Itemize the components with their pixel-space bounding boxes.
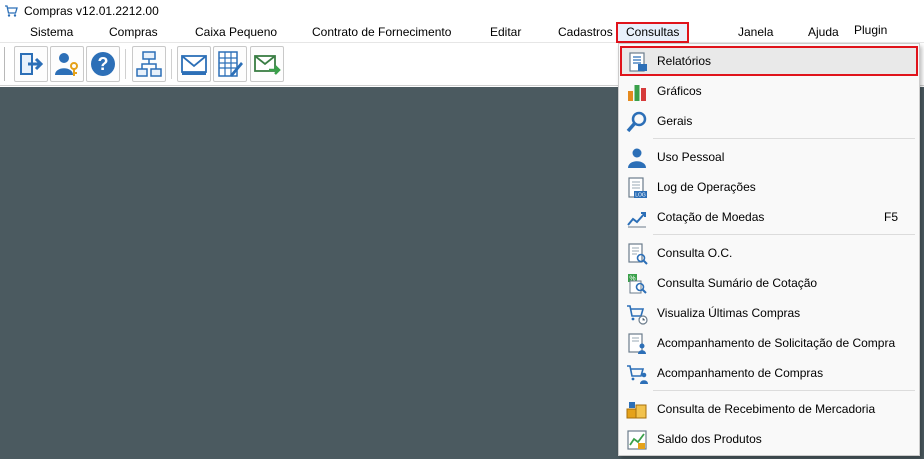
toolbar-separator <box>125 49 126 79</box>
user-permissions-button[interactable] <box>50 46 84 82</box>
help-button[interactable]: ? <box>86 46 120 82</box>
org-chart-icon <box>136 51 162 77</box>
menu-bar: Sistema Compras Caixa Pequeno Contrato d… <box>0 22 924 43</box>
menu-item-label: Consulta de Recebimento de Mercadoria <box>657 402 876 416</box>
menu-compras[interactable]: Compras <box>109 22 158 43</box>
spreadsheet-edit-icon <box>218 51 243 77</box>
menu-item-label: Gerais <box>657 114 693 128</box>
mail-send-icon <box>254 55 281 75</box>
menu-item-uso-pessoal[interactable]: Uso Pessoal <box>620 142 918 172</box>
menu-contrato-de-fornecimento[interactable]: Contrato de Fornecimento <box>312 22 451 43</box>
menu-item-label: Relatórios <box>657 54 712 68</box>
window-title: Compras v12.01.2212.00 <box>24 4 159 18</box>
menu-item-consulta-recebimento-mercadoria[interactable]: Consulta de Recebimento de Mercadoria <box>620 394 918 424</box>
menu-caixa-pequeno[interactable]: Caixa Pequeno <box>195 22 277 43</box>
menu-item-gerais[interactable]: Gerais <box>620 106 918 136</box>
menu-item-label: Gráficos <box>657 84 702 98</box>
menu-item-label: Consulta O.C. <box>657 246 733 260</box>
cart-icon <box>5 5 18 17</box>
menu-item-label: Consulta Sumário de Cotação <box>657 276 818 290</box>
boxes-icon <box>626 399 648 421</box>
menu-janela[interactable]: Janela <box>738 22 773 43</box>
menu-item-acompanhamento-de-compras[interactable]: Acompanhamento de Compras <box>620 358 918 388</box>
shortcut-label: F5 <box>883 210 898 224</box>
org-chart-button[interactable] <box>132 46 166 82</box>
menu-item-label: Acompanhamento de Solicitação de Compra <box>657 336 896 350</box>
menu-item-saldo-dos-produtos[interactable]: Saldo dos Produtos <box>620 424 918 454</box>
toolbar-separator <box>171 49 172 79</box>
person-icon <box>626 147 648 169</box>
menu-plugin[interactable]: Plugin <box>854 20 887 41</box>
cart-person-icon <box>626 363 648 385</box>
svg-text:?: ? <box>98 54 109 74</box>
user-key-icon <box>55 53 78 76</box>
document-person-icon <box>626 333 648 355</box>
menu-separator <box>653 138 915 139</box>
mail-open-icon <box>181 55 207 75</box>
percent-search-icon: % <box>626 273 648 295</box>
spreadsheet-button[interactable] <box>213 46 247 82</box>
menu-item-label: Saldo dos Produtos <box>657 432 762 446</box>
help-icon: ? <box>91 52 115 76</box>
send-mail-button[interactable] <box>250 46 284 82</box>
menu-editar[interactable]: Editar <box>490 22 521 43</box>
currency-chart-icon <box>626 207 648 229</box>
menu-ajuda[interactable]: Ajuda <box>808 22 839 43</box>
menu-item-consulta-oc[interactable]: Consulta O.C. <box>620 238 918 268</box>
menu-item-label: Visualiza Últimas Compras <box>657 306 801 320</box>
bar-chart-icon <box>626 81 648 103</box>
menu-item-label: Cotação de Moedas <box>657 210 765 224</box>
report-icon <box>627 51 649 73</box>
menu-separator <box>653 390 915 391</box>
consultas-dropdown-menu: Relatórios Gráficos Gerais Uso Pessoal L… <box>618 43 920 456</box>
menu-item-relatorios[interactable]: Relatórios <box>620 46 918 76</box>
menu-sistema[interactable]: Sistema <box>30 22 73 43</box>
menu-item-log-de-operacoes[interactable]: LOG Log de Operações <box>620 172 918 202</box>
menu-item-label: Log de Operações <box>657 180 756 194</box>
cart-clock-icon <box>626 303 648 325</box>
menu-item-graficos[interactable]: Gráficos <box>620 76 918 106</box>
stock-balance-icon <box>626 429 648 451</box>
toolbar-grip[interactable] <box>4 47 7 81</box>
title-bar: Compras v12.01.2212.00 <box>0 0 924 22</box>
menu-consultas[interactable]: Consultas <box>616 22 690 43</box>
exit-button[interactable] <box>14 46 48 82</box>
menu-item-cotacao-de-moedas[interactable]: Cotação de Moedas F5 <box>620 202 918 232</box>
log-document-icon: LOG <box>626 177 648 199</box>
mail-button[interactable] <box>177 46 211 82</box>
menu-item-visualiza-ultimas-compras[interactable]: Visualiza Últimas Compras <box>620 298 918 328</box>
exit-door-icon <box>20 53 44 75</box>
menu-item-acompanhamento-solicitacao[interactable]: Acompanhamento de Solicitação de Compra <box>620 328 918 358</box>
menu-item-consulta-sumario-de-cotacao[interactable]: % Consulta Sumário de Cotação <box>620 268 918 298</box>
menu-separator <box>653 234 915 235</box>
svg-text:LOG: LOG <box>635 193 646 199</box>
menu-item-label: Uso Pessoal <box>657 150 725 164</box>
magnifier-icon <box>626 111 648 133</box>
document-search-icon <box>626 243 648 265</box>
menu-cadastros[interactable]: Cadastros <box>558 22 613 43</box>
menu-item-label: Acompanhamento de Compras <box>657 366 824 380</box>
